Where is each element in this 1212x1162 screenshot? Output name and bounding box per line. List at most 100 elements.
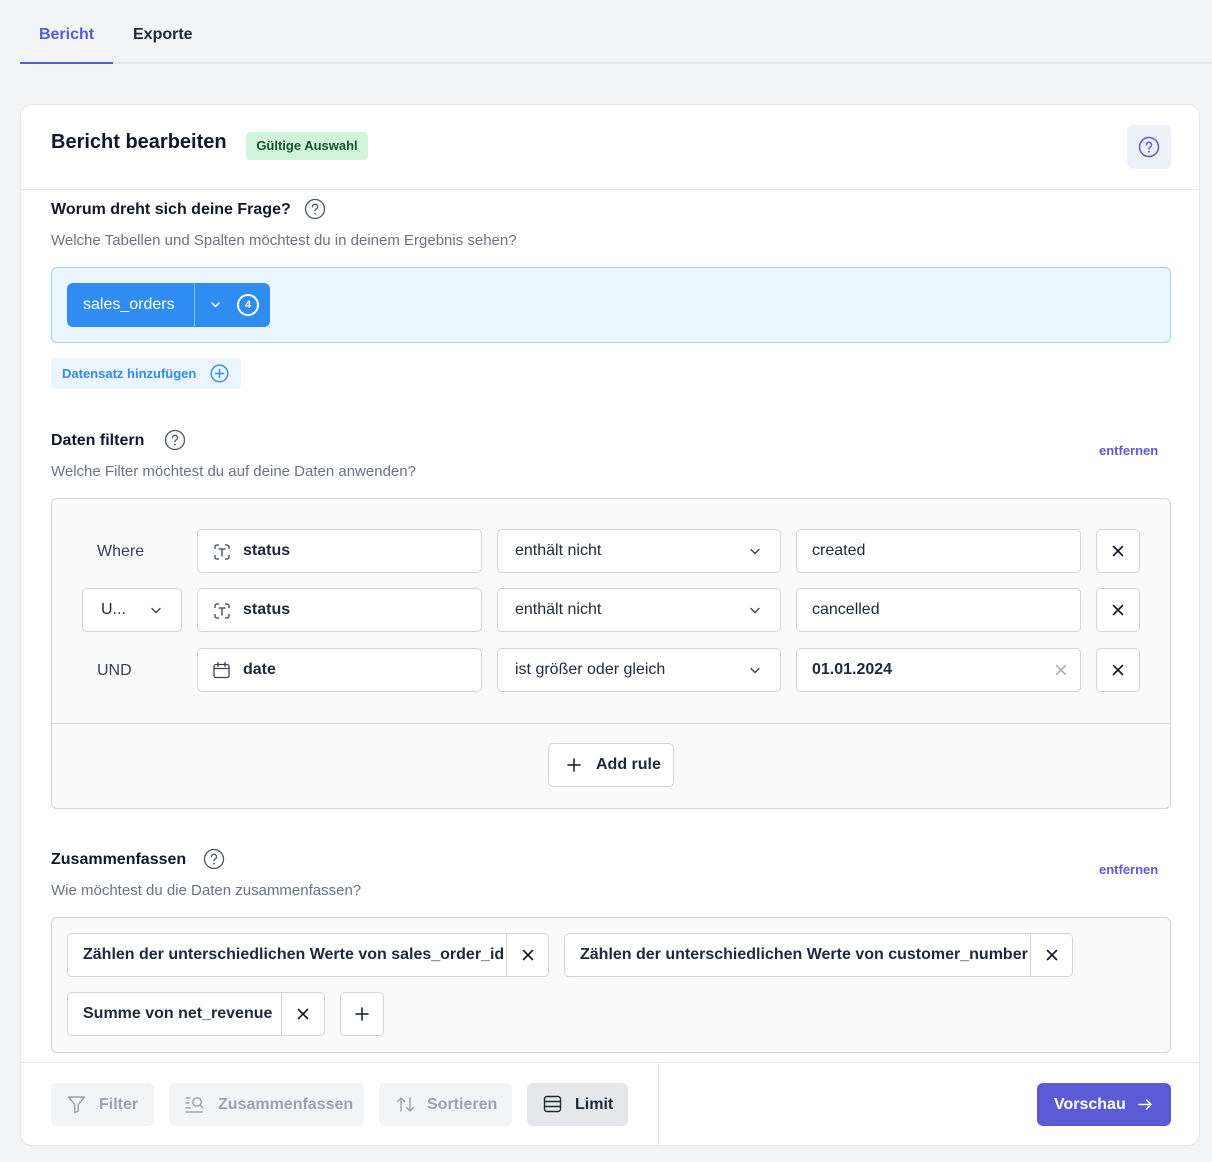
remove-rule-button[interactable] [1096, 648, 1140, 692]
filter-field-select[interactable]: status [197, 588, 482, 632]
tab-bericht[interactable]: Bericht [20, 0, 113, 64]
filter-divider [52, 723, 1170, 724]
filter-operator-select[interactable]: ist größer oder gleich [497, 648, 781, 692]
add-dataset-button[interactable]: Datensatz hinzufügen [51, 358, 241, 389]
filter-value-text: 01.01.2024 [812, 661, 893, 678]
aggregation-chip[interactable]: Zählen der unterschiedlichen Werte von s… [67, 933, 549, 977]
close-icon [1112, 604, 1124, 616]
text-type-icon [214, 544, 230, 560]
close-icon [1046, 949, 1058, 961]
filter-conjunction-und: UND [97, 662, 132, 679]
plus-circle-icon [210, 364, 229, 383]
dataset-pill-divider [194, 283, 195, 327]
filter-conjunction-label: U... [101, 601, 126, 618]
add-dataset-label: Datensatz hinzufügen [62, 366, 197, 381]
tab-bar: Bericht Exporte [20, 0, 1212, 64]
close-icon [1112, 664, 1124, 676]
page-title: Bericht bearbeiten [51, 131, 227, 153]
tab-exporte[interactable]: Exporte [133, 0, 193, 64]
filter-value-text: cancelled [812, 601, 880, 618]
filter-step-button[interactable]: Filter [51, 1083, 154, 1126]
filter-subtitle: Welche Filter möchtest du auf deine Date… [51, 463, 416, 480]
summarize-title: Zusammenfassen [51, 851, 187, 868]
filter-conjunction-where: Where [97, 543, 145, 560]
aggregation-chip[interactable]: Zählen der unterschiedlichen Werte von c… [564, 933, 1073, 977]
close-icon [297, 1008, 309, 1020]
filter-conjunction-select[interactable]: U... [82, 588, 182, 632]
remove-rule-button[interactable] [1096, 588, 1140, 632]
summarize-box: Zählen der unterschiedlichen Werte von s… [51, 917, 1171, 1053]
dataset-pill[interactable]: sales_orders 4 [67, 283, 270, 327]
aggregation-label: Summe von net_revenue [83, 1005, 273, 1022]
header-divider [21, 189, 1199, 190]
filter-remove-link[interactable]: entfernen [1099, 443, 1158, 458]
clear-icon[interactable] [1055, 664, 1067, 676]
filter-field-select[interactable]: status [197, 529, 482, 573]
summarize-remove-link[interactable]: entfernen [1099, 862, 1158, 877]
remove-aggregation-button[interactable] [282, 993, 324, 1035]
aggregation-label: Zählen der unterschiedlichen Werte von s… [83, 946, 505, 963]
summarize-step-label: Zusammenfassen [218, 1096, 354, 1113]
help-button[interactable] [1127, 125, 1171, 169]
filter-operator-select[interactable]: enthält nicht [497, 588, 781, 632]
column-count-badge: 4 [237, 294, 259, 316]
chevron-down-icon [750, 607, 760, 614]
remove-aggregation-button[interactable] [1031, 934, 1073, 976]
filter-operator-label: ist größer oder gleich [515, 661, 666, 678]
help-icon [1138, 136, 1160, 158]
filter-value-text: created [812, 542, 866, 559]
footer-divider [21, 1062, 1199, 1063]
arrow-right-icon [1138, 1099, 1152, 1110]
plus-icon [567, 758, 581, 772]
status-badge: Gültige Auswahl [246, 132, 368, 160]
chevron-down-icon [151, 607, 161, 614]
filter-field-name: status [243, 601, 291, 618]
summarize-icon [185, 1097, 204, 1113]
aggregation-label: Zählen der unterschiedlichen Werte von c… [580, 946, 1028, 963]
text-type-icon [214, 603, 230, 619]
funnel-icon [67, 1096, 86, 1114]
close-icon [522, 949, 534, 961]
dataset-name: sales_orders [83, 296, 175, 313]
filter-title: Daten filtern [51, 432, 145, 449]
add-rule-label: Add rule [596, 756, 661, 773]
preview-button[interactable]: Vorschau [1037, 1083, 1171, 1126]
add-rule-button[interactable]: Add rule [548, 743, 674, 787]
remove-aggregation-button[interactable] [507, 934, 549, 976]
filter-value-input[interactable]: created [796, 529, 1081, 573]
limit-icon [543, 1095, 562, 1113]
chevron-down-icon[interactable] [210, 300, 221, 310]
filter-operator-label: enthält nicht [515, 542, 602, 559]
aggregation-chip[interactable]: Summe von net_revenue [67, 992, 325, 1036]
filter-value-input[interactable]: cancelled [796, 588, 1081, 632]
summarize-help-icon[interactable] [203, 848, 225, 870]
summarize-subtitle: Wie möchtest du die Daten zusammenfassen… [51, 882, 362, 899]
add-aggregation-button[interactable] [340, 992, 384, 1036]
filter-help-icon[interactable] [164, 429, 186, 451]
sort-arrows-icon [396, 1097, 415, 1112]
chevron-down-icon [750, 667, 760, 674]
filter-field-name: date [243, 661, 276, 678]
summarize-step-button[interactable]: Zusammenfassen [169, 1083, 364, 1126]
footer-vertical-divider [658, 1062, 659, 1145]
chevron-down-icon [750, 548, 760, 555]
remove-rule-button[interactable] [1096, 529, 1140, 573]
filter-field-name: status [243, 542, 291, 559]
filter-rules-box: Where status enthält nicht created U... … [51, 498, 1171, 809]
question-title: Worum dreht sich deine Frage? [51, 201, 291, 218]
limit-step-button[interactable]: Limit [527, 1083, 628, 1126]
filter-step-label: Filter [99, 1096, 139, 1113]
question-help-icon[interactable] [304, 198, 326, 220]
filter-field-select[interactable]: date [197, 648, 482, 692]
sort-step-label: Sortieren [427, 1096, 498, 1113]
filter-operator-label: enthält nicht [515, 601, 602, 618]
sort-step-button[interactable]: Sortieren [379, 1083, 512, 1126]
close-icon [1112, 545, 1124, 557]
calendar-icon [213, 661, 230, 679]
filter-operator-select[interactable]: enthält nicht [497, 529, 781, 573]
preview-label: Vorschau [1054, 1096, 1126, 1113]
plus-icon [355, 1007, 369, 1021]
question-subtitle: Welche Tabellen und Spalten möchtest du … [51, 232, 517, 249]
report-editor-card: Bericht bearbeiten Gültige Auswahl Worum… [20, 104, 1200, 1146]
date-value-input[interactable]: 01.01.2024 [796, 648, 1081, 692]
